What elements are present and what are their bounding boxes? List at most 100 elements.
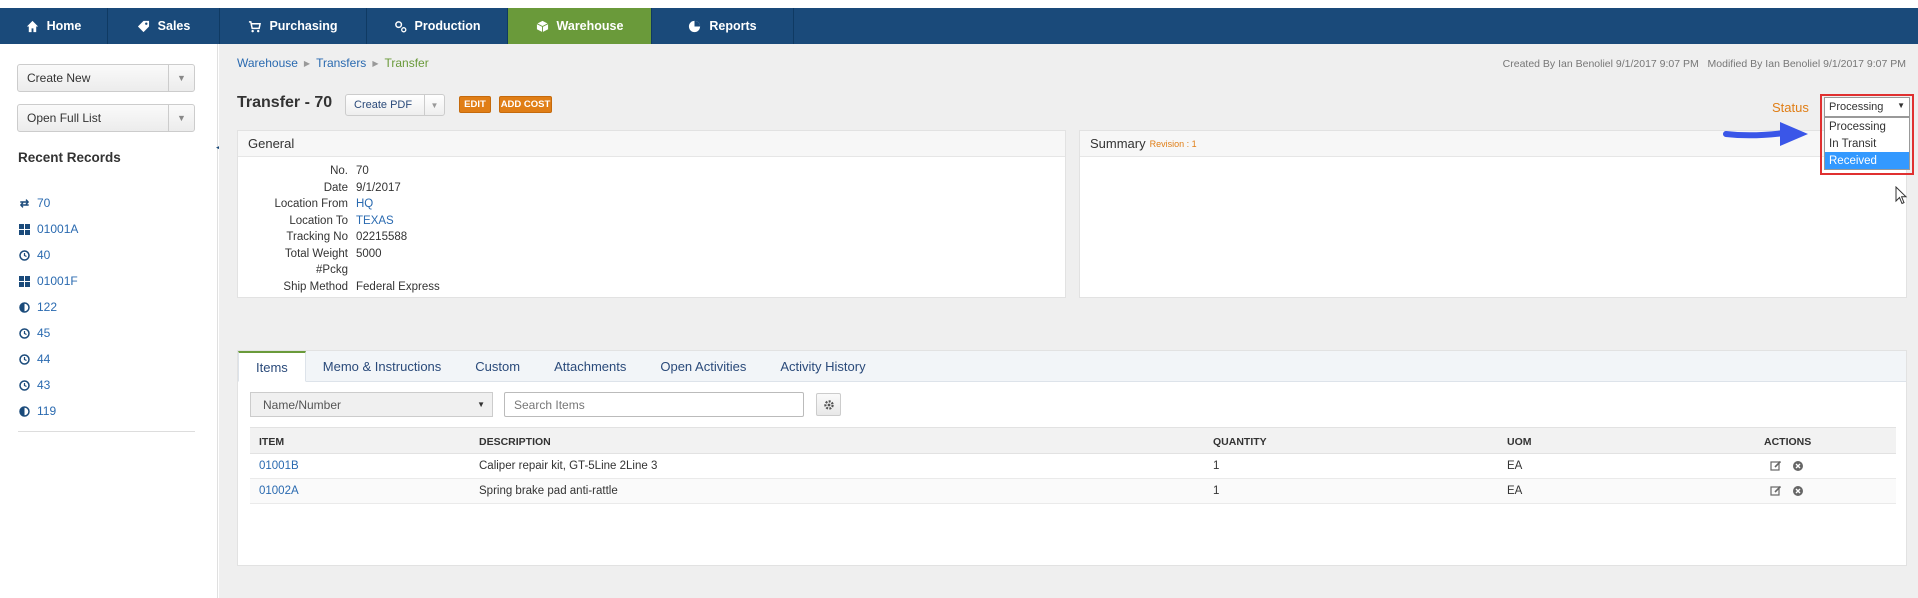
- location-from-link[interactable]: HQ: [356, 198, 373, 210]
- create-pdf-label: Create PDF: [354, 99, 413, 111]
- clock-icon: [19, 353, 30, 365]
- column-header-actions: ACTIONS: [1764, 436, 1812, 448]
- field-value: 70: [356, 165, 369, 178]
- recent-record-label: 122: [37, 300, 58, 314]
- nav-home[interactable]: Home: [0, 8, 108, 44]
- field-label: Date: [323, 181, 348, 194]
- nav-warehouse-label: Warehouse: [556, 19, 624, 33]
- arrow-right-icon: [1723, 122, 1808, 146]
- recent-records-title: Recent Records: [18, 150, 121, 165]
- recent-record[interactable]: 43: [19, 372, 78, 398]
- table-row: 01001B Caliper repair kit, GT-5Line 2Lin…: [250, 454, 1896, 479]
- breadcrumb-transfers[interactable]: Transfers: [316, 56, 366, 70]
- item-filter-value: Name/Number: [263, 397, 342, 412]
- summary-panel: Summary Revision : 1: [1079, 130, 1907, 298]
- field-row: No. 70: [238, 163, 440, 180]
- field-label: #Pckg: [316, 264, 348, 277]
- create-new-label: Create New: [27, 71, 91, 85]
- delete-icon[interactable]: [1792, 485, 1804, 497]
- field-row: #Pckg: [238, 262, 440, 279]
- nav-reports[interactable]: Reports: [652, 8, 794, 44]
- recent-record[interactable]: 45: [19, 320, 78, 346]
- nav-production[interactable]: Production: [367, 8, 508, 44]
- search-items-input[interactable]: [504, 392, 804, 417]
- column-header-item[interactable]: ITEM: [259, 436, 284, 448]
- delete-icon[interactable]: [1792, 460, 1804, 472]
- column-header-description[interactable]: DESCRIPTION: [479, 436, 551, 448]
- page-title: Transfer - 70: [237, 94, 333, 111]
- general-panel: General No. 70 Date 9/1/2017 Location From…: [237, 130, 1066, 298]
- chevron-down-icon[interactable]: ▼: [168, 65, 194, 91]
- edit-icon[interactable]: [1770, 485, 1782, 497]
- recent-record[interactable]: 44: [19, 346, 78, 372]
- nav-warehouse[interactable]: Warehouse: [508, 8, 652, 44]
- breadcrumb-warehouse[interactable]: Warehouse: [237, 56, 298, 70]
- field-value: 02215588: [356, 231, 408, 244]
- breadcrumb: Warehouse ▶ Transfers ▶ Transfer: [237, 56, 429, 70]
- general-panel-header: General: [238, 131, 1065, 157]
- general-fields: No. 70 Date 9/1/2017 Location From HQ Locat…: [238, 163, 440, 295]
- field-row: Location To TEXAS: [238, 213, 440, 230]
- recent-records-list: ⇄ 70 01001A 40 01001F 122 45 44 43 119: [19, 190, 78, 424]
- item-link[interactable]: 01001B: [259, 460, 299, 472]
- edit-icon[interactable]: [1770, 460, 1782, 472]
- field-label: Ship Method: [283, 280, 348, 293]
- recent-record[interactable]: 01001A: [19, 216, 78, 242]
- table-header: ITEM DESCRIPTION QUANTITY UOM ACTIONS: [250, 427, 1896, 454]
- nav-production-label: Production: [414, 19, 481, 33]
- column-header-quantity[interactable]: QUANTITY: [1213, 436, 1267, 448]
- tab-custom[interactable]: Custom: [458, 351, 537, 382]
- chevron-down-icon[interactable]: ▼: [424, 95, 444, 115]
- field-row: Total Weight 5000: [238, 246, 440, 263]
- field-label: No.: [330, 165, 348, 178]
- box-icon: [536, 20, 548, 32]
- gear-icon: [823, 399, 834, 410]
- grid-icon: [19, 223, 30, 235]
- item-quantity: 1: [1213, 460, 1220, 472]
- tab-bar: Items Memo & Instructions Custom Attachm…: [238, 351, 1906, 382]
- open-full-list-button[interactable]: Open Full List ▼: [17, 104, 195, 132]
- table-row: 01002A Spring brake pad anti-rattle 1 EA: [250, 479, 1896, 504]
- nav-sales[interactable]: Sales: [108, 8, 220, 44]
- tag-icon: [137, 20, 149, 32]
- items-table: ITEM DESCRIPTION QUANTITY UOM ACTIONS 01…: [250, 427, 1896, 504]
- tab-open-activities[interactable]: Open Activities: [643, 351, 763, 382]
- recent-record[interactable]: ⇄ 70: [19, 190, 78, 216]
- pie-chart-icon: [689, 20, 701, 32]
- location-to-link[interactable]: TEXAS: [356, 215, 394, 227]
- field-label: Tracking No: [286, 231, 348, 244]
- create-pdf-button[interactable]: Create PDF ▼: [345, 94, 445, 116]
- add-cost-button[interactable]: ADD COST: [499, 96, 552, 113]
- settings-button[interactable]: [816, 393, 841, 416]
- recent-record[interactable]: 40: [19, 242, 78, 268]
- clock-icon: [19, 327, 30, 339]
- tab-memo-instructions[interactable]: Memo & Instructions: [306, 351, 459, 382]
- recent-record[interactable]: 122: [19, 294, 78, 320]
- chevron-down-icon[interactable]: ▼: [168, 105, 194, 131]
- field-value: Federal Express: [356, 280, 440, 293]
- clock-icon: [19, 379, 30, 391]
- column-header-uom[interactable]: UOM: [1507, 436, 1532, 448]
- edit-button[interactable]: EDIT: [459, 96, 491, 113]
- chevron-right-icon: ▶: [372, 58, 379, 68]
- item-uom: EA: [1507, 460, 1523, 472]
- nav-purchasing[interactable]: Purchasing: [220, 8, 367, 44]
- tab-activity-history[interactable]: Activity History: [763, 351, 882, 382]
- recent-record-label: 43: [37, 378, 51, 392]
- recent-record-label: 119: [37, 404, 57, 418]
- create-new-button[interactable]: Create New ▼: [17, 64, 195, 92]
- top-nav: Home Sales Purchasing Production Warehou…: [0, 8, 1918, 44]
- field-label: Location To: [289, 214, 348, 227]
- item-link[interactable]: 01002A: [259, 485, 299, 497]
- highlight-annotation: [1820, 94, 1914, 175]
- summary-title: Summary: [1090, 136, 1146, 151]
- revision-badge: Revision : 1: [1149, 138, 1197, 149]
- item-filter-select[interactable]: Name/Number ▼: [250, 392, 493, 417]
- recent-record[interactable]: 01001F: [19, 268, 78, 294]
- recent-record[interactable]: 119: [19, 398, 78, 424]
- tab-items[interactable]: Items: [238, 351, 306, 382]
- breadcrumb-current: Transfer: [384, 56, 429, 70]
- item-quantity: 1: [1213, 485, 1220, 497]
- tab-attachments[interactable]: Attachments: [537, 351, 643, 382]
- items-tabs-panel: Items Memo & Instructions Custom Attachm…: [237, 350, 1907, 566]
